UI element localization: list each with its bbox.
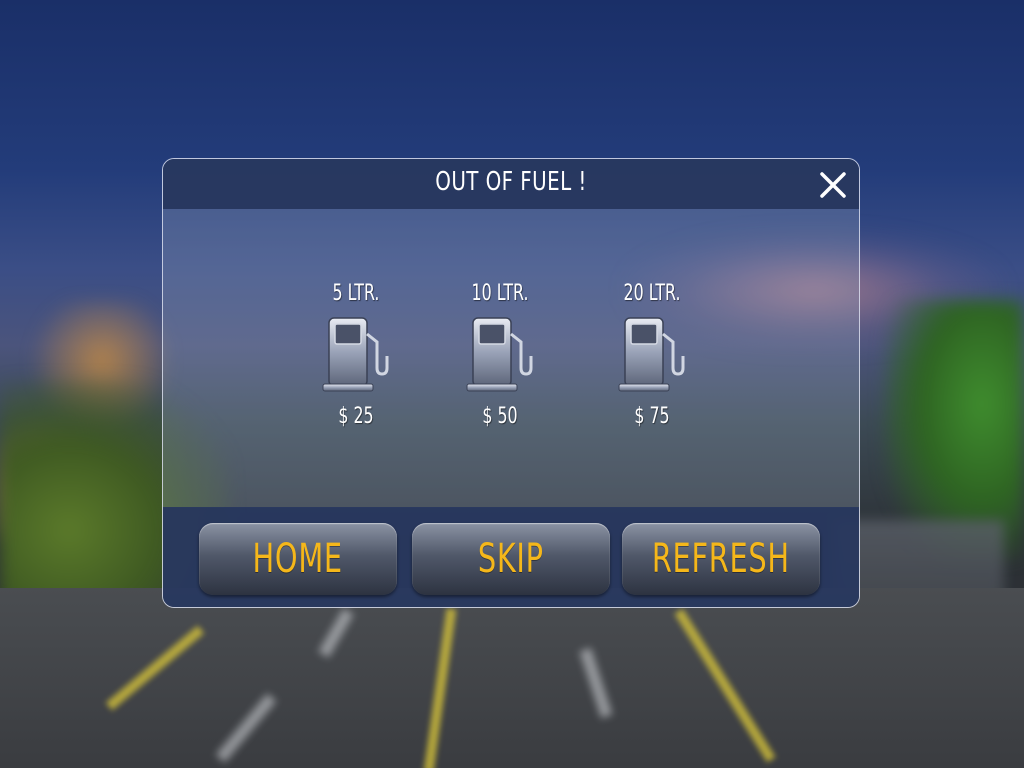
- road-dash: [318, 608, 354, 658]
- road-line: [423, 608, 457, 768]
- fuel-option-5-ltr[interactable]: 5 LTR. $ 25: [311, 281, 401, 429]
- close-button[interactable]: [815, 167, 851, 203]
- home-button-label: HOME: [252, 536, 344, 582]
- skip-button-label: SKIP: [478, 536, 544, 582]
- fuel-price: $ 50: [482, 404, 518, 429]
- fuel-amount-label: 20 LTR.: [623, 281, 681, 306]
- out-of-fuel-dialog: OUT OF FUEL ! 5 LTR. $ 25 10 LTR. $ 50 2…: [162, 158, 860, 608]
- dialog-title: OUT OF FUEL !: [435, 167, 587, 197]
- close-icon: [820, 172, 846, 198]
- road-dash: [579, 647, 613, 719]
- road: [0, 588, 1024, 768]
- skip-button[interactable]: SKIP: [412, 523, 610, 595]
- fuel-option-20-ltr[interactable]: 20 LTR. $ 75: [607, 281, 697, 429]
- fuel-amount-label: 10 LTR.: [471, 281, 529, 306]
- fuel-pump-icon: [322, 317, 389, 392]
- fuel-option-10-ltr[interactable]: 10 LTR. $ 50: [455, 281, 545, 429]
- fuel-price: $ 75: [634, 404, 670, 429]
- home-button[interactable]: HOME: [199, 523, 397, 595]
- refresh-button[interactable]: REFRESH: [622, 523, 820, 595]
- dialog-header: OUT OF FUEL !: [163, 159, 859, 209]
- fuel-pump-icon: [466, 317, 533, 392]
- fuel-pump-icon: [618, 317, 685, 392]
- road-dash: [215, 693, 277, 763]
- fuel-price: $ 25: [338, 404, 374, 429]
- fuel-amount-label: 5 LTR.: [332, 281, 380, 306]
- refresh-button-label: REFRESH: [652, 536, 790, 582]
- road-line: [105, 625, 205, 711]
- road-line: [674, 608, 776, 763]
